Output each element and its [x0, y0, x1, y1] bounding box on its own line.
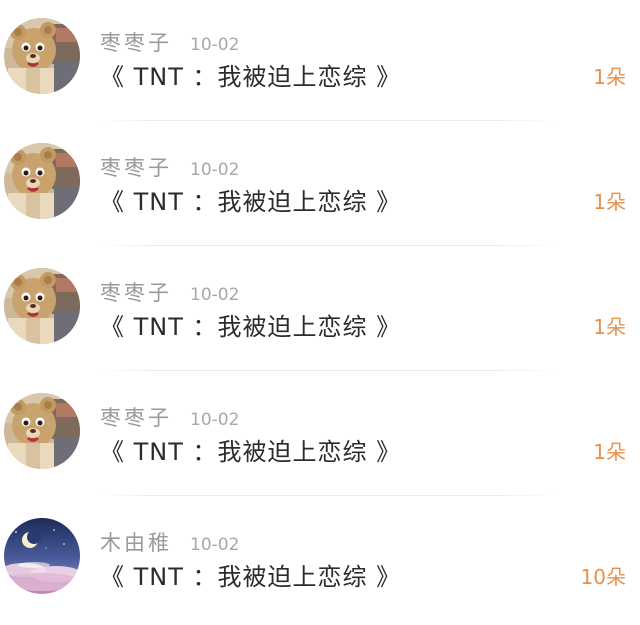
item-meta: 枣枣子 10-02: [100, 152, 240, 180]
timestamp: 10-02: [190, 535, 240, 555]
flower-count: 10朵: [580, 565, 626, 589]
bear-mascot-avatar-image: [4, 393, 80, 469]
bear-mascot-avatar-image: [4, 143, 80, 219]
flower-count: 1朵: [593, 65, 626, 89]
book-title[interactable]: 《 TNT ：我被迫上恋综 》: [100, 57, 401, 92]
bear-mascot-avatar-image: [4, 18, 80, 94]
book-title[interactable]: 《 TNT ：我被迫上恋综 》: [100, 182, 401, 217]
timestamp: 10-02: [190, 35, 240, 55]
flower-count: 1朵: [593, 440, 626, 464]
avatar[interactable]: [4, 518, 80, 594]
avatar[interactable]: [4, 143, 80, 219]
timestamp: 10-02: [190, 285, 240, 305]
list-item[interactable]: 枣枣子 10-02 《 TNT ：我被迫上恋综 》 1朵: [0, 0, 640, 125]
timestamp: 10-02: [190, 160, 240, 180]
username[interactable]: 枣枣子: [100, 281, 172, 305]
item-meta: 枣枣子 10-02: [100, 27, 240, 55]
list-item[interactable]: 木由稚 10-02 《 TNT ：我被迫上恋综 》 10朵: [0, 500, 640, 625]
bear-mascot-avatar-image: [4, 268, 80, 344]
timestamp: 10-02: [190, 410, 240, 430]
book-title[interactable]: 《 TNT ：我被迫上恋综 》: [100, 432, 401, 467]
divider: [100, 495, 560, 496]
divider: [100, 370, 560, 371]
avatar[interactable]: [4, 393, 80, 469]
flower-count: 1朵: [593, 190, 626, 214]
item-meta: 枣枣子 10-02: [100, 402, 240, 430]
divider: [100, 120, 560, 121]
avatar[interactable]: [4, 18, 80, 94]
username[interactable]: 枣枣子: [100, 31, 172, 55]
username[interactable]: 枣枣子: [100, 406, 172, 430]
book-title[interactable]: 《 TNT ：我被迫上恋综 》: [100, 557, 401, 592]
list-item[interactable]: 枣枣子 10-02 《 TNT ：我被迫上恋综 》 1朵: [0, 250, 640, 375]
reward-list: 枣枣子 10-02 《 TNT ：我被迫上恋综 》 1朵 枣枣子 10-02 《 T…: [0, 0, 640, 611]
flower-count: 1朵: [593, 315, 626, 339]
item-meta: 枣枣子 10-02: [100, 277, 240, 305]
list-item[interactable]: 枣枣子 10-02 《 TNT ：我被迫上恋综 》 1朵: [0, 125, 640, 250]
item-meta: 木由稚 10-02: [100, 527, 240, 555]
username[interactable]: 枣枣子: [100, 156, 172, 180]
book-title[interactable]: 《 TNT ：我被迫上恋综 》: [100, 307, 401, 342]
moon-night-sky-avatar-image: [4, 518, 80, 594]
avatar[interactable]: [4, 268, 80, 344]
list-item[interactable]: 枣枣子 10-02 《 TNT ：我被迫上恋综 》 1朵: [0, 375, 640, 500]
divider: [100, 245, 560, 246]
username[interactable]: 木由稚: [100, 531, 172, 555]
